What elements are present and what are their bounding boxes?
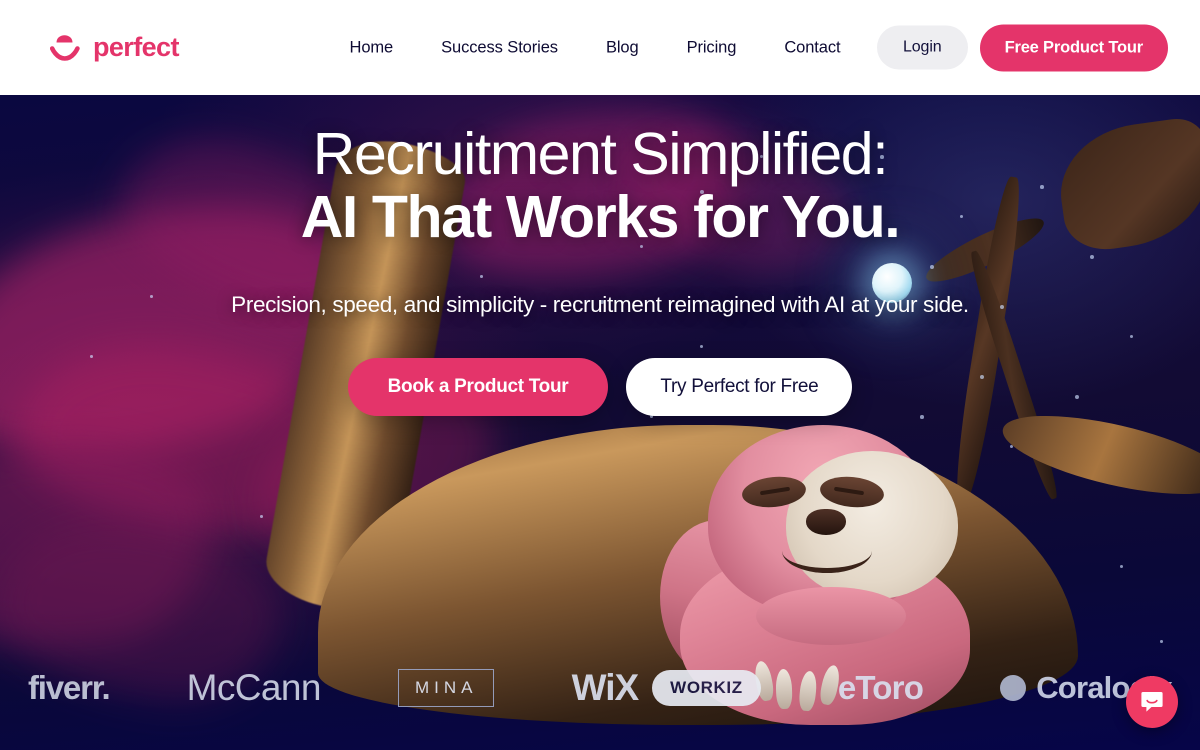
hero-heading-line-1: Recruitment Simplified: — [312, 121, 889, 187]
sloth-chest — [756, 587, 906, 645]
hero-content: Recruitment Simplified: AI That Works fo… — [0, 95, 1200, 417]
brand-name: perfect — [93, 32, 179, 62]
coralogix-circle-icon — [1000, 675, 1027, 701]
hero-cta-row: Book a Product Tour Try Perfect for Free — [0, 358, 1200, 417]
logo-mina: MINA — [397, 669, 495, 707]
login-button[interactable]: Login — [876, 25, 968, 70]
sloth-smile — [782, 529, 872, 573]
free-product-tour-button[interactable]: Free Product Tour — [979, 24, 1168, 71]
logo-mina-label: MINA — [397, 669, 495, 707]
nav-item-contact[interactable]: Contact — [760, 30, 864, 65]
tree-branch — [996, 399, 1200, 511]
smiling-face-mark-icon — [50, 34, 80, 61]
logo-etoro: eToro — [837, 669, 924, 706]
customer-logo-strip: fiverr. McCann MINA WiX WORKIZ eToro Cor… — [0, 640, 1200, 750]
nav-item-success-stories[interactable]: Success Stories — [417, 30, 582, 65]
try-perfect-free-button[interactable]: Try Perfect for Free — [626, 358, 853, 417]
logo-wix-workiz-group: WiX WORKIZ — [572, 667, 761, 709]
chat-widget-button[interactable] — [1126, 676, 1178, 728]
chat-bubble-icon — [1141, 692, 1163, 712]
main-navigation: Home Success Stories Blog Pricing Contac… — [336, 30, 865, 65]
logo-fiverr: fiverr. — [28, 669, 111, 706]
logo-mccann: McCann — [186, 667, 322, 708]
star — [1120, 565, 1124, 569]
hero-subheading: Precision, speed, and simplicity - recru… — [231, 292, 969, 318]
nav-item-blog[interactable]: Blog — [582, 30, 663, 65]
book-product-tour-button[interactable]: Book a Product Tour — [347, 358, 609, 417]
site-header: perfect Home Success Stories Blog Pricin… — [0, 0, 1200, 95]
foliage-blob — [0, 429, 220, 661]
nav-item-home[interactable]: Home — [336, 30, 418, 65]
star — [260, 515, 263, 518]
hero-heading-line-2: AI That Works for You. — [300, 184, 901, 250]
landing-page: perfect Home Success Stories Blog Pricin… — [0, 0, 1200, 750]
brand-logo[interactable]: perfect — [50, 33, 179, 63]
header-actions: Login Free Product Tour — [876, 24, 1168, 71]
nav-item-pricing[interactable]: Pricing — [663, 30, 761, 65]
logo-workiz: WORKIZ — [652, 670, 761, 706]
logo-wix: WiX — [571, 667, 640, 708]
